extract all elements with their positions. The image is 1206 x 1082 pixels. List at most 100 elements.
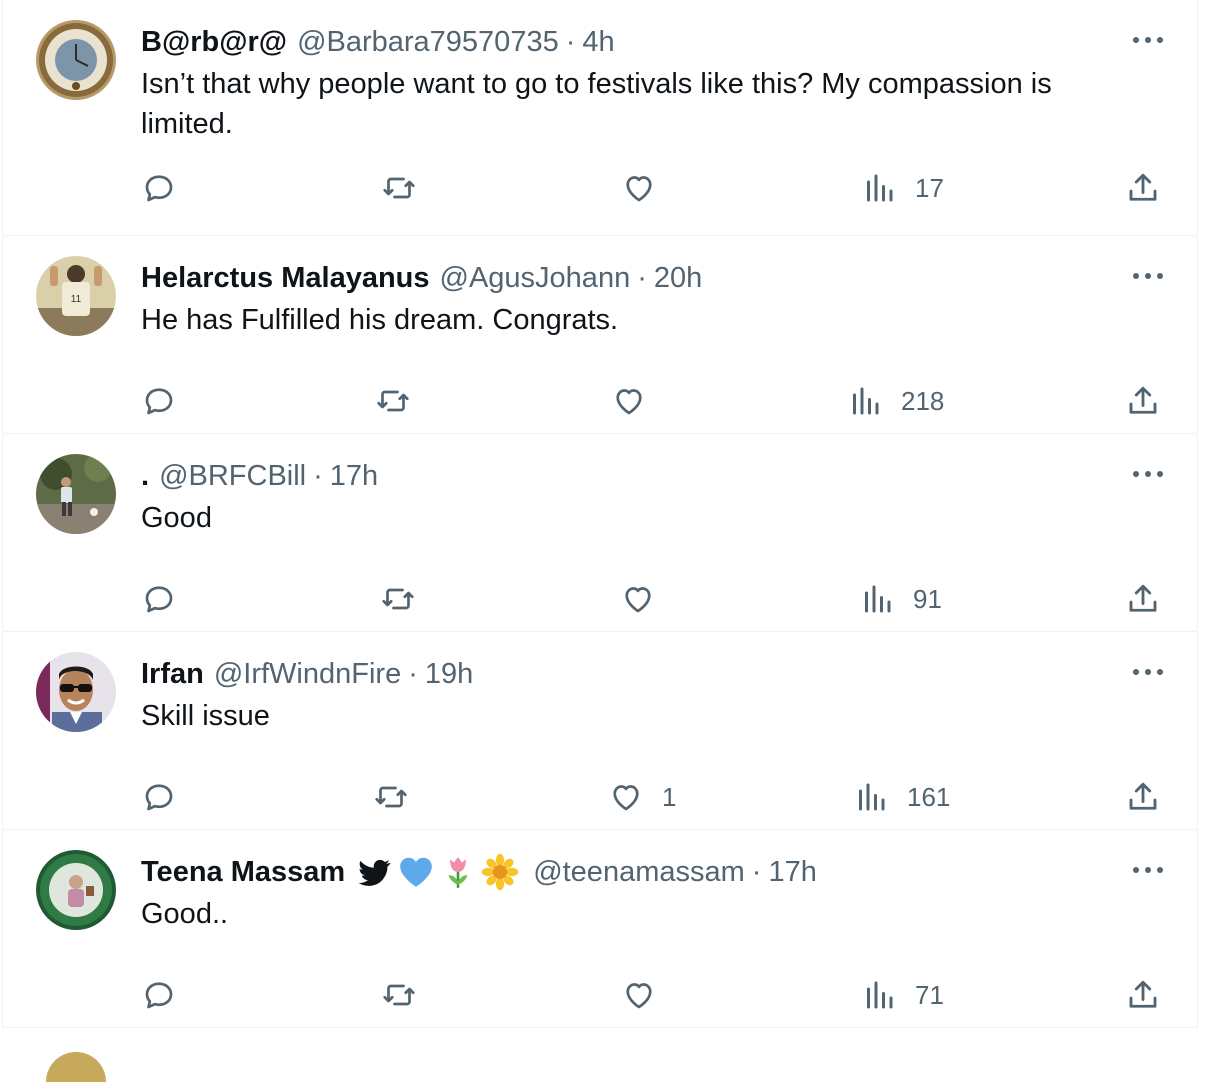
share-icon: [1129, 782, 1157, 810]
retweet-icon: [375, 786, 407, 808]
views-button[interactable]: 161: [853, 777, 950, 817]
blue-heart-icon: [400, 857, 433, 887]
separator: ·: [751, 856, 762, 888]
tweet-text: Good: [141, 502, 212, 534]
share-button[interactable]: [1125, 777, 1161, 817]
reply-button[interactable]: [141, 168, 195, 208]
twitter-bird-icon: [358, 859, 391, 886]
action-bar: 218: [3, 381, 1197, 421]
separator: ·: [408, 658, 418, 690]
analytics-icon: [853, 387, 879, 415]
retweet-button[interactable]: [381, 975, 435, 1015]
user-handle[interactable]: @teenamassam: [533, 852, 745, 892]
like-button[interactable]: [621, 975, 675, 1015]
like-button[interactable]: [611, 381, 665, 421]
share-icon: [1129, 584, 1157, 612]
share-icon: [1129, 980, 1157, 1008]
heart-icon: [613, 785, 639, 811]
avatar[interactable]: [36, 454, 116, 534]
tweet-text: Good..: [141, 898, 229, 930]
action-bar: 91: [3, 579, 1197, 619]
more-options-icon[interactable]: [1131, 464, 1165, 484]
share-button[interactable]: [1125, 579, 1161, 619]
tweet-header: Helarctus Malayanus @AgusJohann · 20h: [141, 258, 702, 298]
avatar[interactable]: [36, 652, 116, 732]
tweet-text: Skill issue: [141, 700, 270, 732]
retweet-icon: [383, 177, 415, 199]
tweet[interactable]: . @BRFCBill · 17h Good 91: [3, 434, 1197, 632]
share-button[interactable]: [1125, 975, 1161, 1015]
share-button[interactable]: [1125, 168, 1161, 208]
tweet[interactable]: Teena Massam @teenamassam · 17h Good.. 7…: [3, 830, 1197, 1028]
more-options-icon[interactable]: [1131, 30, 1165, 50]
display-name[interactable]: Irfan: [141, 654, 204, 694]
timestamp[interactable]: 17h: [330, 456, 378, 496]
avatar[interactable]: 11: [36, 256, 116, 336]
views-button[interactable]: 218: [847, 381, 944, 421]
reply-icon: [145, 586, 173, 613]
analytics-icon: [867, 174, 893, 202]
views-button[interactable]: 17: [861, 168, 944, 208]
reply-button[interactable]: [141, 777, 195, 817]
timestamp[interactable]: 19h: [425, 654, 473, 694]
retweet-button[interactable]: [381, 168, 435, 208]
jersey-player-avatar-image: 11: [36, 256, 116, 336]
like-button[interactable]: [621, 168, 675, 208]
name-badges: [355, 853, 523, 891]
more-options-icon[interactable]: [1131, 860, 1165, 880]
separator: ·: [637, 262, 647, 294]
user-handle[interactable]: @Barbara79570735: [297, 22, 559, 62]
user-handle[interactable]: @BRFCBill: [159, 456, 306, 496]
heart-icon: [616, 389, 642, 415]
display-name[interactable]: B@rb@r@: [141, 22, 287, 62]
timestamp[interactable]: 20h: [654, 258, 702, 298]
avatar[interactable]: [36, 850, 116, 930]
reply-button[interactable]: [141, 381, 195, 421]
display-name[interactable]: .: [141, 456, 149, 496]
svg-text:11: 11: [71, 294, 82, 305]
user-handle[interactable]: @IrfWindnFire: [214, 654, 401, 694]
retweet-button[interactable]: [373, 777, 427, 817]
tweet[interactable]: Irfan @IrfWindnFire · 19h Skill issue 1: [3, 632, 1197, 830]
share-icon: [1129, 173, 1157, 201]
reply-icon: [145, 982, 173, 1009]
reply-icon: [145, 388, 173, 415]
reply-button[interactable]: [141, 579, 195, 619]
tweet[interactable]: 11 Helarctus Malayanus @AgusJohann · 20h…: [3, 236, 1197, 434]
tweet-header: B@rb@r@ @Barbara79570735 · 4h: [141, 22, 615, 62]
views-button[interactable]: 91: [859, 579, 942, 619]
timeline: B@rb@r@ @Barbara79570735 · 4h Isn’t that…: [2, 0, 1198, 1028]
retweet-icon: [383, 984, 415, 1006]
heart-icon: [626, 983, 652, 1009]
tweet-text: He has Fulfilled his dream. Congrats.: [141, 304, 619, 336]
action-bar: 1 161: [3, 777, 1197, 817]
avatar[interactable]: [36, 20, 116, 100]
more-options-icon[interactable]: [1131, 662, 1165, 682]
retweet-button[interactable]: [375, 381, 429, 421]
share-button[interactable]: [1125, 381, 1161, 421]
reply-button[interactable]: [141, 975, 195, 1015]
timestamp[interactable]: 4h: [582, 22, 614, 62]
reply-icon: [145, 784, 173, 811]
sunglasses-man-avatar-image: [36, 652, 116, 732]
more-options-icon[interactable]: [1131, 266, 1165, 286]
separator: ·: [565, 26, 576, 58]
like-button[interactable]: [620, 579, 674, 619]
view-count: 218: [901, 385, 945, 416]
blossom-icon: [481, 853, 519, 891]
action-bar: 71: [3, 975, 1197, 1015]
timestamp[interactable]: 17h: [768, 852, 816, 892]
views-button[interactable]: 71: [861, 975, 944, 1015]
tweet-text: Isn’t that why people want to go to fest…: [141, 68, 1052, 140]
analytics-icon: [867, 981, 893, 1009]
retweet-button[interactable]: [380, 579, 434, 619]
display-name[interactable]: Teena Massam: [141, 852, 345, 892]
tweet[interactable]: B@rb@r@ @Barbara79570735 · 4h Isn’t that…: [3, 0, 1197, 236]
separator: ·: [313, 460, 323, 492]
like-button[interactable]: 1: [608, 777, 676, 817]
user-handle[interactable]: @AgusJohann: [440, 258, 631, 298]
view-count: 17: [915, 172, 944, 203]
display-name[interactable]: Helarctus Malayanus: [141, 258, 430, 298]
next-tweet-avatar-partial: [46, 1052, 106, 1082]
view-count: 161: [907, 781, 951, 812]
